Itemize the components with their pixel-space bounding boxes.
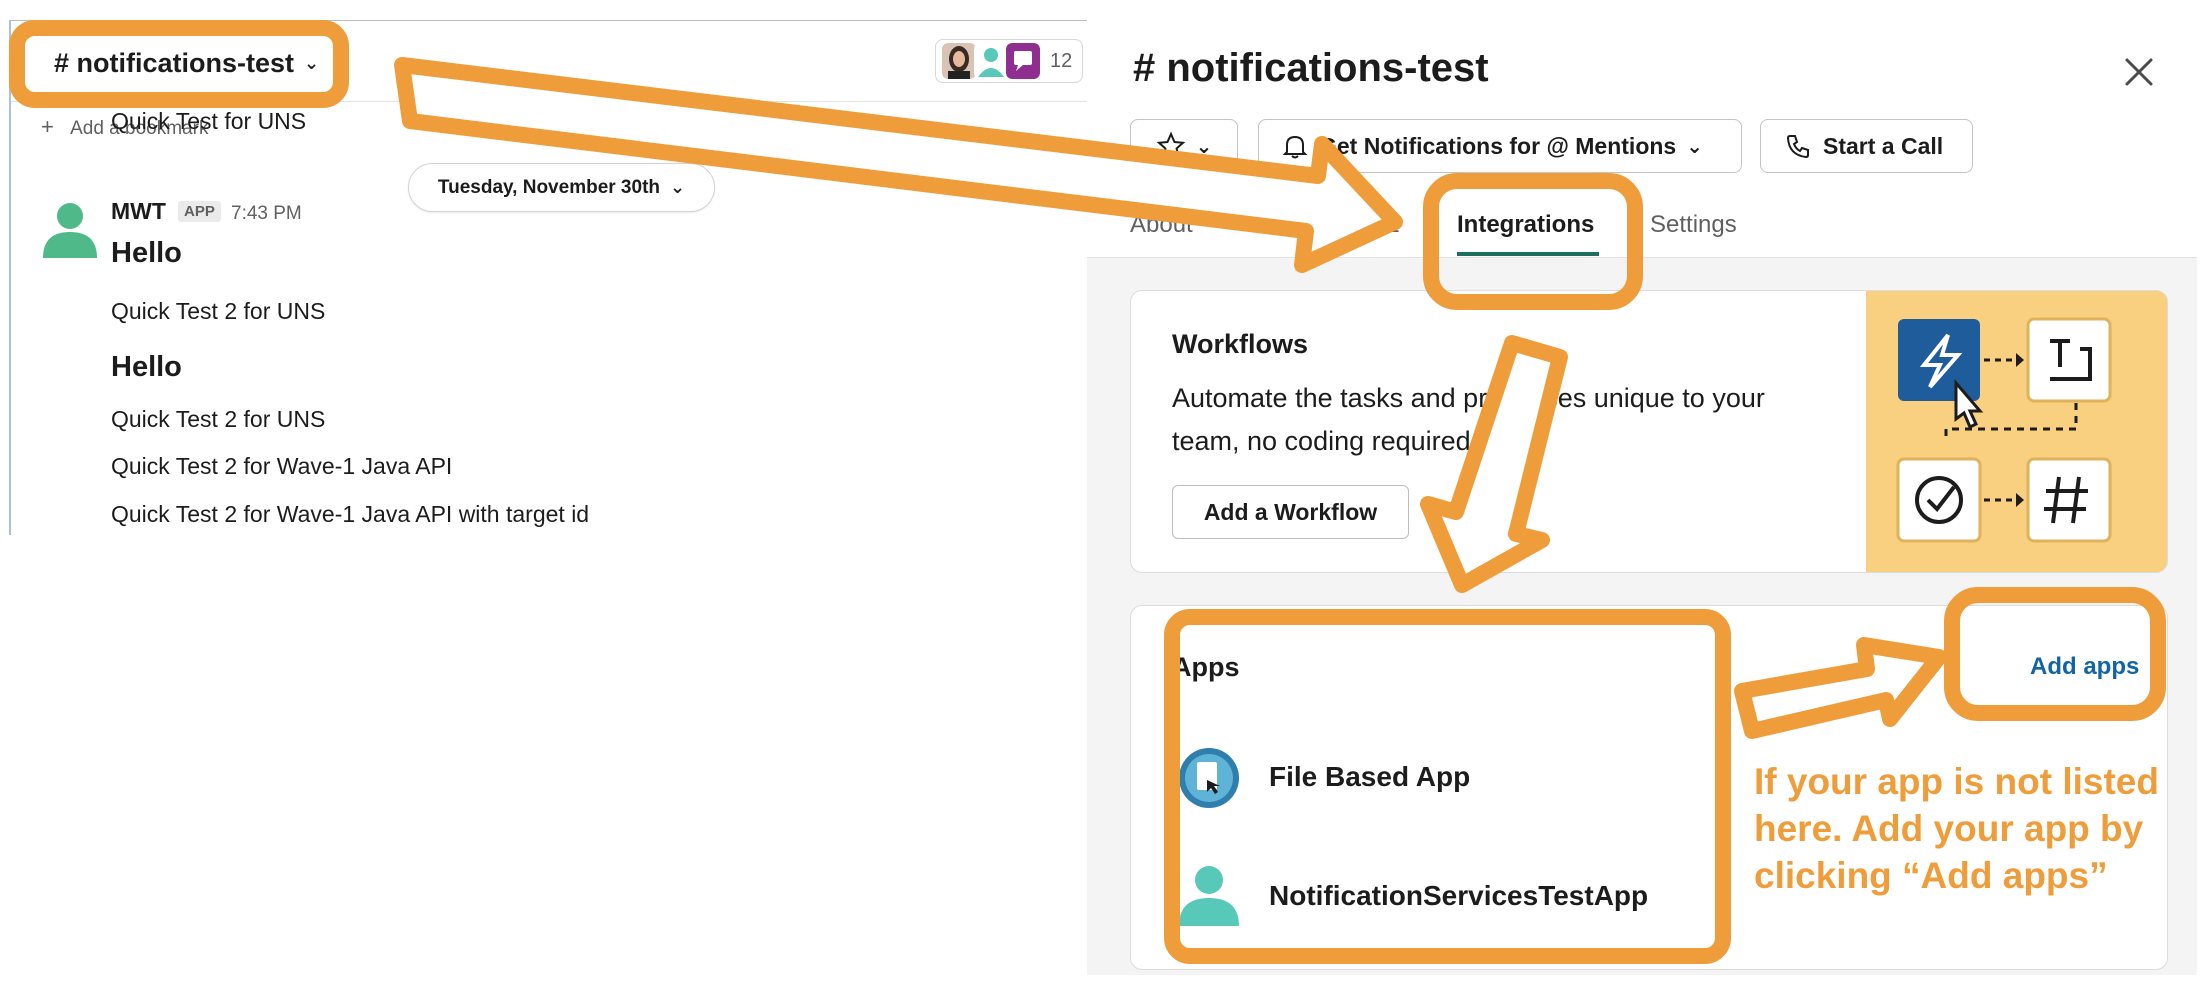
annotation-text: If your app is not listed here. Add your… (1754, 761, 2159, 896)
annotation-arrow-icon (1734, 637, 1947, 739)
annotation-arrow-icon (394, 57, 1403, 273)
annotation-arrow-icon (1420, 335, 1568, 593)
